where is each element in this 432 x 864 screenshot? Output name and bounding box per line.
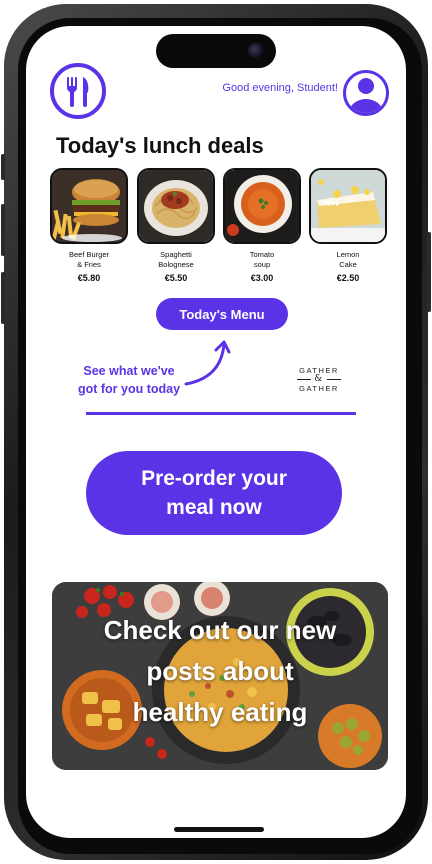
deal-card[interactable]: Spaghetti Bolognese €5.50 bbox=[137, 168, 215, 283]
camera-icon bbox=[248, 43, 264, 59]
section-divider bbox=[86, 412, 356, 415]
profile-avatar[interactable] bbox=[343, 70, 389, 116]
volume-down-button bbox=[1, 272, 5, 324]
deal-card[interactable]: Beef Burger & Fries €5.80 bbox=[50, 168, 128, 283]
lunch-deals-title: Today's lunch deals bbox=[56, 133, 264, 158]
deal-name: Lemon Cake bbox=[336, 250, 360, 269]
healthy-eating-banner[interactable]: Check out our new posts about healthy ea… bbox=[52, 582, 388, 770]
deal-name: Beef Burger & Fries bbox=[68, 250, 110, 269]
app-screen: Good evening, Student! Today's lunch dea… bbox=[26, 26, 406, 838]
deal-card[interactable]: Lemon Cake €2.50 bbox=[309, 168, 387, 283]
deal-card[interactable]: Tomato soup €3.00 bbox=[223, 168, 301, 283]
app-logo[interactable] bbox=[50, 63, 106, 119]
deal-name: Tomato soup bbox=[249, 250, 275, 269]
dynamic-island bbox=[156, 34, 276, 68]
promo-text: See what we've got for you today bbox=[77, 364, 181, 396]
tomato-soup-image bbox=[223, 168, 301, 244]
gather-gather-logo: GATHER & GATHER bbox=[294, 366, 344, 393]
banner-headline: Check out our new posts about healthy ea… bbox=[103, 615, 337, 727]
power-button bbox=[427, 232, 431, 312]
deal-price: €5.80 bbox=[77, 273, 101, 283]
deal-price: €2.50 bbox=[336, 273, 360, 283]
todays-menu-button[interactable]: Today's Menu bbox=[156, 298, 288, 330]
deal-name: Spaghetti Bolognese bbox=[158, 250, 194, 269]
user-icon bbox=[349, 78, 383, 113]
fork-knife-icon bbox=[67, 77, 89, 107]
home-indicator[interactable] bbox=[174, 827, 264, 832]
deal-price: €5.50 bbox=[164, 273, 188, 283]
spaghetti-image bbox=[137, 168, 215, 244]
volume-up-button bbox=[1, 204, 5, 256]
mute-switch bbox=[1, 154, 5, 180]
lemon-cake-image bbox=[309, 168, 387, 244]
burger-fries-image bbox=[50, 168, 128, 244]
deal-price: €3.00 bbox=[250, 273, 274, 283]
preorder-button[interactable]: Pre-order your meal now bbox=[86, 451, 342, 535]
greeting-text: Good evening, Student! bbox=[222, 82, 338, 94]
